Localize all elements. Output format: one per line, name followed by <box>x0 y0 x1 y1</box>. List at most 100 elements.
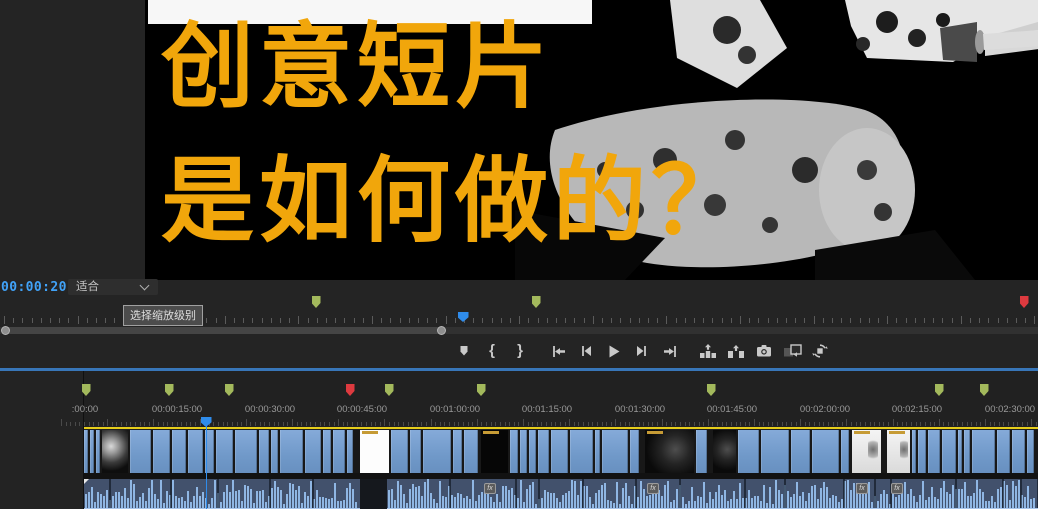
video-clip[interactable] <box>551 430 568 473</box>
video-clip[interactable] <box>791 430 810 473</box>
waveform-bar <box>964 482 966 508</box>
step-back-icon[interactable] <box>575 342 597 360</box>
export-frame-icon[interactable] <box>753 342 775 360</box>
waveform-bar <box>997 489 999 508</box>
ruler-timecode-label: 00:01:15:00 <box>522 404 572 415</box>
video-clip[interactable] <box>538 430 549 473</box>
ruler-timecode-label: :00:00 <box>72 404 98 415</box>
waveform-bar <box>463 498 465 508</box>
video-clip[interactable] <box>305 430 321 473</box>
mark-out-icon[interactable]: } <box>509 342 531 360</box>
audio-clip[interactable] <box>84 479 360 509</box>
video-clip[interactable] <box>696 430 707 473</box>
waveform-bar <box>748 490 750 508</box>
waveform-bar <box>1006 485 1008 508</box>
audio-fade-handle[interactable] <box>84 479 89 484</box>
video-clip[interactable] <box>529 430 536 473</box>
video-clip[interactable] <box>96 430 100 473</box>
waveform-bar <box>334 483 336 509</box>
video-clip[interactable] <box>510 430 518 473</box>
video-clip[interactable] <box>90 430 94 473</box>
video-clip[interactable] <box>360 430 389 473</box>
waveform-bar <box>391 489 393 508</box>
play-icon[interactable] <box>603 342 625 360</box>
waveform-bar <box>415 487 417 509</box>
video-clip[interactable] <box>630 430 639 473</box>
video-clip[interactable] <box>333 430 345 473</box>
video-clip[interactable] <box>761 430 789 473</box>
waveform-bar <box>667 481 669 509</box>
fx-badge[interactable]: fx <box>856 483 868 494</box>
add-marker-icon[interactable] <box>453 342 475 360</box>
video-clip[interactable] <box>259 430 269 473</box>
video-clip[interactable] <box>130 430 151 473</box>
video-clip[interactable] <box>570 430 593 473</box>
video-clip[interactable] <box>188 430 203 473</box>
video-clip[interactable] <box>235 430 257 473</box>
mark-in-icon[interactable]: { <box>481 342 503 360</box>
video-clip[interactable] <box>102 430 128 473</box>
video-clip[interactable] <box>153 430 170 473</box>
scrollbar-handle-left[interactable] <box>1 326 10 335</box>
video-clip[interactable] <box>602 430 628 473</box>
waveform-bar <box>286 494 288 508</box>
video-clip[interactable] <box>595 430 600 473</box>
video-clip[interactable] <box>645 430 694 473</box>
video-clip[interactable] <box>997 430 1010 473</box>
go-to-out-icon[interactable] <box>659 342 681 360</box>
video-clip[interactable] <box>958 430 962 473</box>
timeline-playhead-line[interactable] <box>206 417 208 509</box>
video-clip[interactable] <box>918 430 926 473</box>
fx-badge[interactable]: fx <box>647 483 659 494</box>
video-clip[interactable] <box>912 430 916 473</box>
fx-badge[interactable]: fx <box>891 483 903 494</box>
video-clip[interactable] <box>520 430 527 473</box>
waveform-bar <box>1033 498 1035 508</box>
video-clip[interactable] <box>280 430 303 473</box>
video-clip[interactable] <box>738 430 759 473</box>
video-clip[interactable] <box>453 430 462 473</box>
video-clip[interactable] <box>323 430 331 473</box>
extract-icon[interactable] <box>725 342 747 360</box>
video-clip[interactable] <box>423 430 451 473</box>
video-clip[interactable] <box>812 430 839 473</box>
monitor-zoom-scrollbar-range[interactable] <box>3 327 441 334</box>
waveform-bar <box>529 485 531 508</box>
waveform-bar <box>322 497 324 509</box>
video-clip[interactable] <box>928 430 940 473</box>
video-clip[interactable] <box>347 430 353 473</box>
step-forward-icon[interactable] <box>631 342 653 360</box>
video-clip[interactable] <box>391 430 408 473</box>
video-clip[interactable] <box>964 430 970 473</box>
video-clip[interactable] <box>172 430 186 473</box>
scrollbar-handle-right[interactable] <box>437 326 446 335</box>
lift-icon[interactable] <box>697 342 719 360</box>
video-clip[interactable] <box>1012 430 1025 473</box>
video-clip[interactable] <box>271 430 278 473</box>
video-clip[interactable] <box>481 430 508 473</box>
waveform-bar <box>166 491 168 508</box>
video-clip[interactable] <box>852 430 881 473</box>
waveform-bar <box>940 488 942 508</box>
video-clip[interactable] <box>410 430 421 473</box>
zoom-level-dropdown[interactable]: 适合 <box>68 279 158 295</box>
program-monitor-preview: 创意短片 是如何做的？ <box>145 0 1038 280</box>
video-clip[interactable] <box>972 430 995 473</box>
video-clip[interactable] <box>713 430 736 473</box>
video-clip[interactable] <box>942 430 956 473</box>
waveform-bar <box>259 491 261 508</box>
video-clip[interactable] <box>216 430 233 473</box>
waveform-bar <box>958 489 960 508</box>
video-clip[interactable] <box>84 430 88 473</box>
comparison-view-icon[interactable] <box>781 342 803 360</box>
button-editor-icon[interactable] <box>809 342 831 360</box>
fx-badge[interactable]: fx <box>484 483 496 494</box>
video-clip[interactable] <box>887 430 910 473</box>
waveform-bar <box>235 491 237 508</box>
waveform-bar <box>949 494 951 508</box>
waveform-bar <box>106 490 108 508</box>
video-clip[interactable] <box>464 430 478 473</box>
video-clip[interactable] <box>1027 430 1034 473</box>
video-clip[interactable] <box>841 430 849 473</box>
go-to-in-icon[interactable] <box>547 342 569 360</box>
